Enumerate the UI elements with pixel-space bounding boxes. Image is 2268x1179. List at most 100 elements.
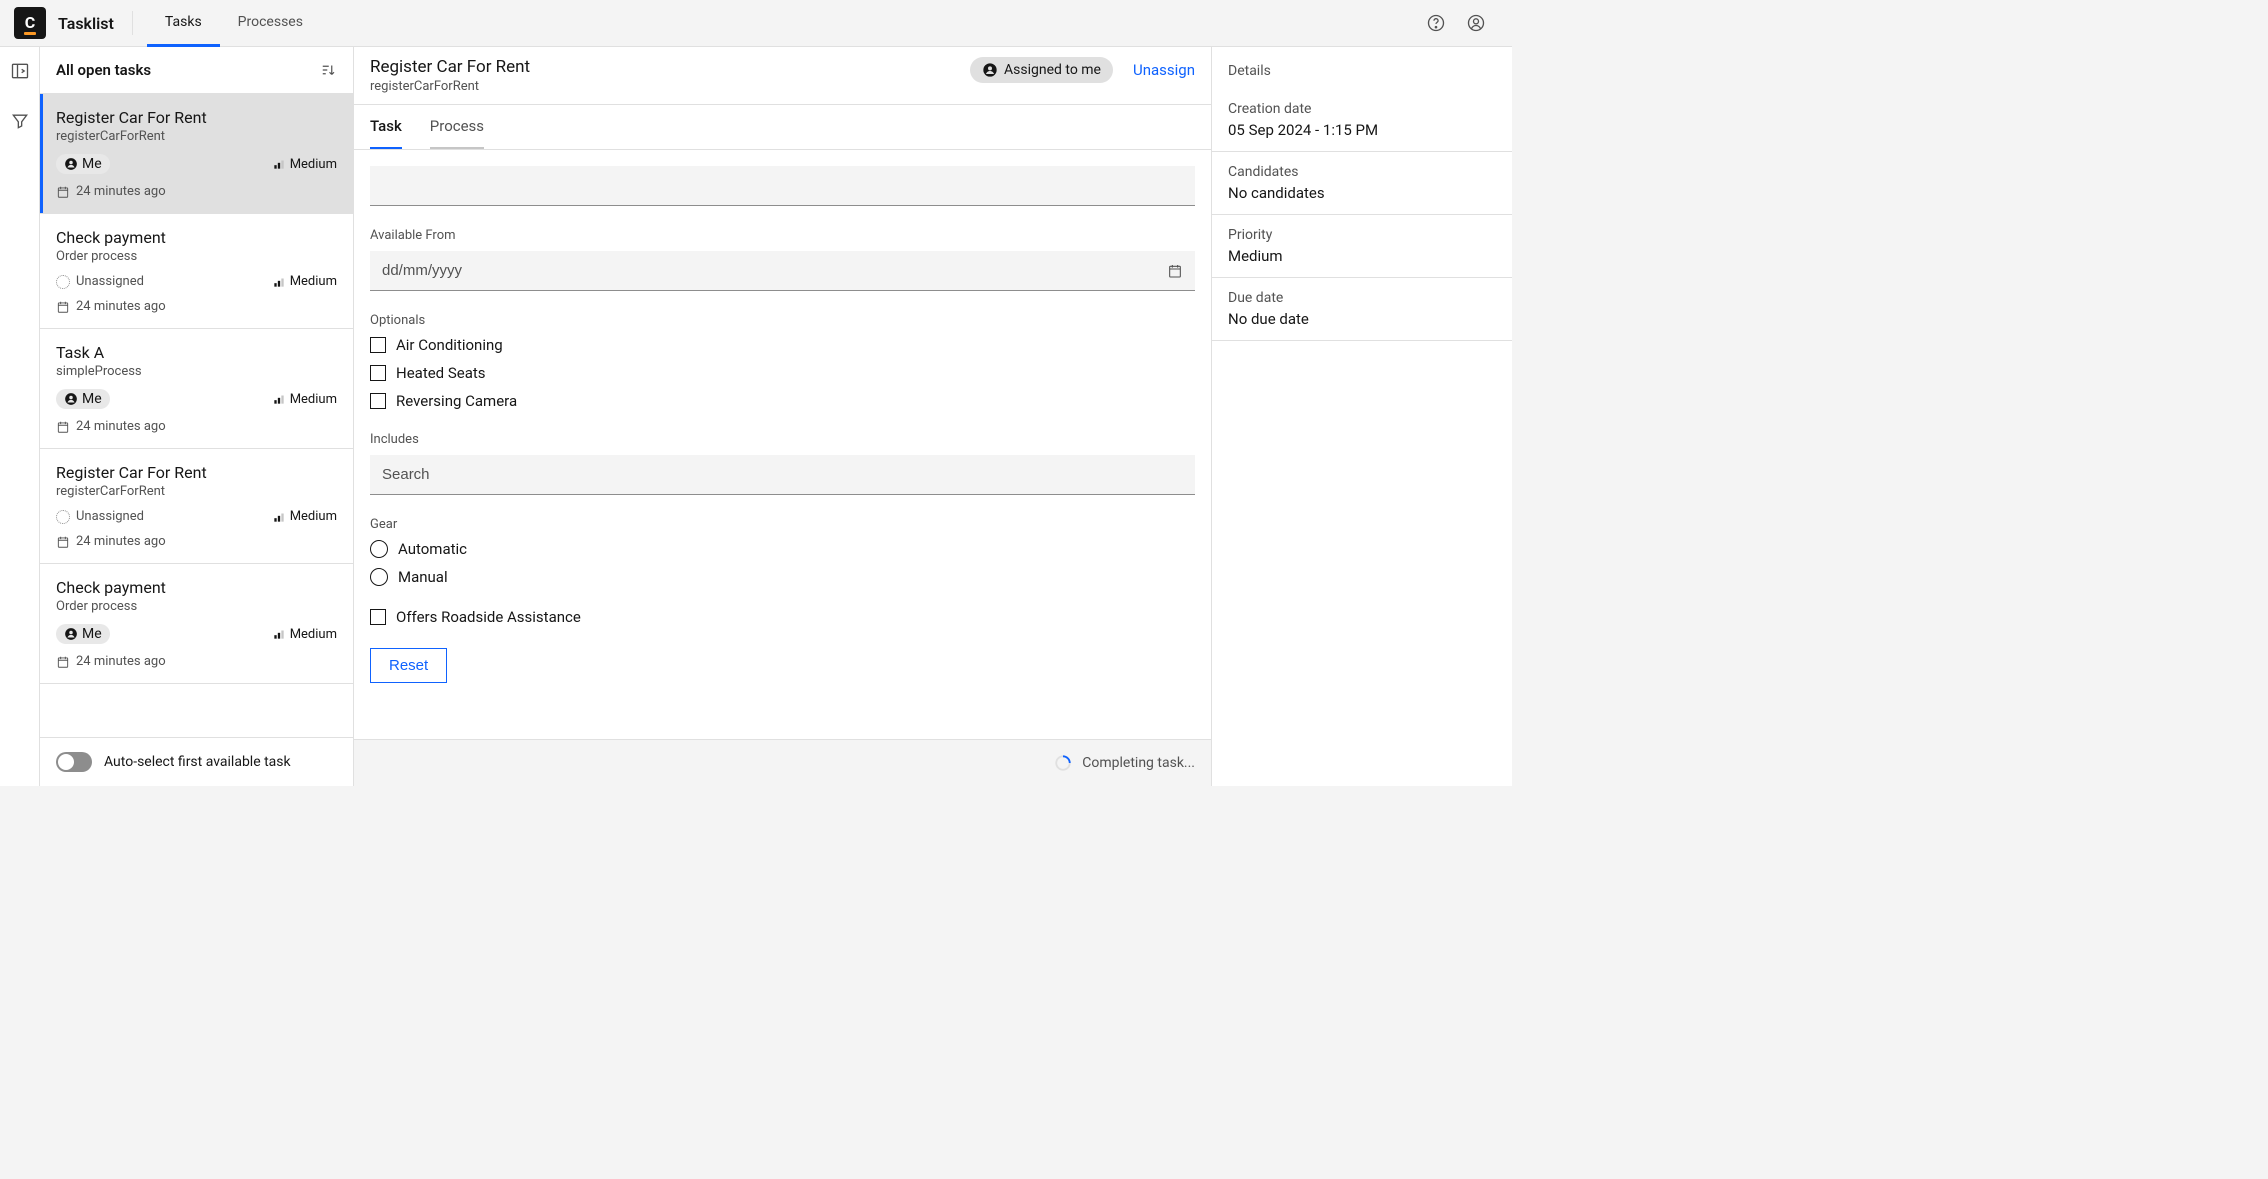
task-item-name: Check payment — [56, 228, 337, 247]
assigned-chip[interactable]: Assigned to me — [970, 57, 1113, 83]
task-item-sub: registerCarForRent — [56, 484, 337, 499]
optional-air-conditioning[interactable]: Air Conditioning — [370, 336, 1195, 354]
unassign-link[interactable]: Unassign — [1133, 61, 1195, 79]
panel-expand-icon[interactable] — [10, 61, 30, 81]
bars-icon — [272, 392, 286, 406]
checkbox-icon[interactable] — [370, 393, 386, 409]
task-item-name: Register Car For Rent — [56, 463, 337, 482]
auto-select-label: Auto-select first available task — [104, 754, 291, 770]
assignee-unassigned: Unassigned — [56, 274, 144, 289]
calendar-icon — [56, 655, 70, 669]
task-subtitle: registerCarForRent — [370, 79, 530, 94]
calendar-icon — [56, 185, 70, 199]
detail-item: Candidates No candidates — [1212, 152, 1512, 215]
task-item-sub: registerCarForRent — [56, 129, 337, 144]
sub-tab-process[interactable]: Process — [430, 105, 484, 149]
task-age: 24 minutes ago — [56, 299, 166, 314]
task-detail-panel: Register Car For Rent registerCarForRent… — [354, 47, 1212, 786]
task-age: 24 minutes ago — [56, 419, 166, 434]
radio-icon[interactable] — [370, 568, 388, 586]
task-age: 24 minutes ago — [56, 534, 166, 549]
task-item[interactable]: Register Car For Rent registerCarForRent… — [40, 94, 353, 214]
task-item-name: Task A — [56, 343, 337, 362]
bars-icon — [272, 275, 286, 289]
app-logo: C — [14, 7, 46, 39]
task-list-panel: All open tasks Register Car For Rent reg… — [40, 47, 354, 786]
detail-item: Priority Medium — [1212, 215, 1512, 278]
assignee-unassigned: Unassigned — [56, 509, 144, 524]
person-icon — [64, 157, 78, 171]
help-icon[interactable] — [1416, 3, 1456, 43]
unassigned-icon — [56, 510, 70, 524]
optional-heated-seats[interactable]: Heated Seats — [370, 364, 1195, 382]
detail-value: No due date — [1228, 310, 1496, 328]
includes-search-input[interactable] — [370, 455, 1195, 495]
roadside-assistance[interactable]: Offers Roadside Assistance — [370, 608, 1195, 626]
details-panel: Details Creation date 05 Sep 2024 - 1:15… — [1212, 47, 1512, 786]
gear-automatic[interactable]: Automatic — [370, 540, 1195, 558]
details-header: Details — [1212, 47, 1512, 89]
includes-label: Includes — [370, 432, 1195, 447]
detail-value: Medium — [1228, 247, 1496, 265]
unassigned-icon — [56, 275, 70, 289]
nav-tab-processes[interactable]: Processes — [220, 0, 321, 47]
app-name: Tasklist — [58, 14, 114, 33]
detail-label: Priority — [1228, 227, 1496, 243]
detail-label: Due date — [1228, 290, 1496, 306]
available-from-input[interactable] — [370, 251, 1195, 291]
filter-icon[interactable] — [10, 111, 30, 131]
sort-icon[interactable] — [319, 61, 337, 79]
auto-select-row: Auto-select first available task — [40, 737, 353, 786]
assignee-me-badge: Me — [56, 624, 110, 644]
radio-icon[interactable] — [370, 540, 388, 558]
task-item-name: Check payment — [56, 578, 337, 597]
optionals-label: Optionals — [370, 313, 1195, 328]
auto-select-toggle[interactable] — [56, 752, 92, 772]
priority-badge: Medium — [272, 157, 337, 172]
gear-label: Gear — [370, 517, 1195, 532]
assignee-me-badge: Me — [56, 389, 110, 409]
sub-tab-task[interactable]: Task — [370, 105, 402, 149]
reset-button[interactable]: Reset — [370, 648, 447, 683]
top-text-input[interactable] — [370, 166, 1195, 206]
calendar-icon[interactable] — [1167, 263, 1183, 279]
spinner-icon — [1054, 754, 1072, 772]
checkbox-icon[interactable] — [370, 609, 386, 625]
task-item[interactable]: Check payment Order process Me Medium 24… — [40, 564, 353, 684]
priority-badge: Medium — [272, 274, 337, 289]
priority-badge: Medium — [272, 392, 337, 407]
detail-value: No candidates — [1228, 184, 1496, 202]
task-age: 24 minutes ago — [56, 184, 166, 199]
bars-icon — [272, 627, 286, 641]
task-item-name: Register Car For Rent — [56, 108, 337, 127]
person-icon — [64, 627, 78, 641]
priority-badge: Medium — [272, 627, 337, 642]
detail-label: Creation date — [1228, 101, 1496, 117]
gear-manual[interactable]: Manual — [370, 568, 1195, 586]
user-icon[interactable] — [1456, 3, 1496, 43]
app-header: C Tasklist Tasks Processes — [0, 0, 1512, 47]
bars-icon — [272, 510, 286, 524]
calendar-icon — [56, 300, 70, 314]
available-from-label: Available From — [370, 228, 1195, 243]
task-list-header: All open tasks — [40, 47, 353, 94]
bars-icon — [272, 157, 286, 171]
assignee-me-badge: Me — [56, 154, 110, 174]
task-item-sub: Order process — [56, 249, 337, 264]
task-item-sub: Order process — [56, 599, 337, 614]
calendar-icon — [56, 420, 70, 434]
task-title: Register Car For Rent — [370, 57, 530, 77]
checkbox-icon[interactable] — [370, 337, 386, 353]
person-icon — [64, 392, 78, 406]
optional-reversing-camera[interactable]: Reversing Camera — [370, 392, 1195, 410]
nav-tab-tasks[interactable]: Tasks — [147, 0, 220, 47]
task-item[interactable]: Check payment Order process Unassigned M… — [40, 214, 353, 329]
checkbox-icon[interactable] — [370, 365, 386, 381]
task-item-sub: simpleProcess — [56, 364, 337, 379]
task-item[interactable]: Register Car For Rent registerCarForRent… — [40, 449, 353, 564]
detail-item: Due date No due date — [1212, 278, 1512, 341]
task-age: 24 minutes ago — [56, 654, 166, 669]
calendar-icon — [56, 535, 70, 549]
task-list-title: All open tasks — [56, 61, 151, 79]
task-item[interactable]: Task A simpleProcess Me Medium 24 minute… — [40, 329, 353, 449]
